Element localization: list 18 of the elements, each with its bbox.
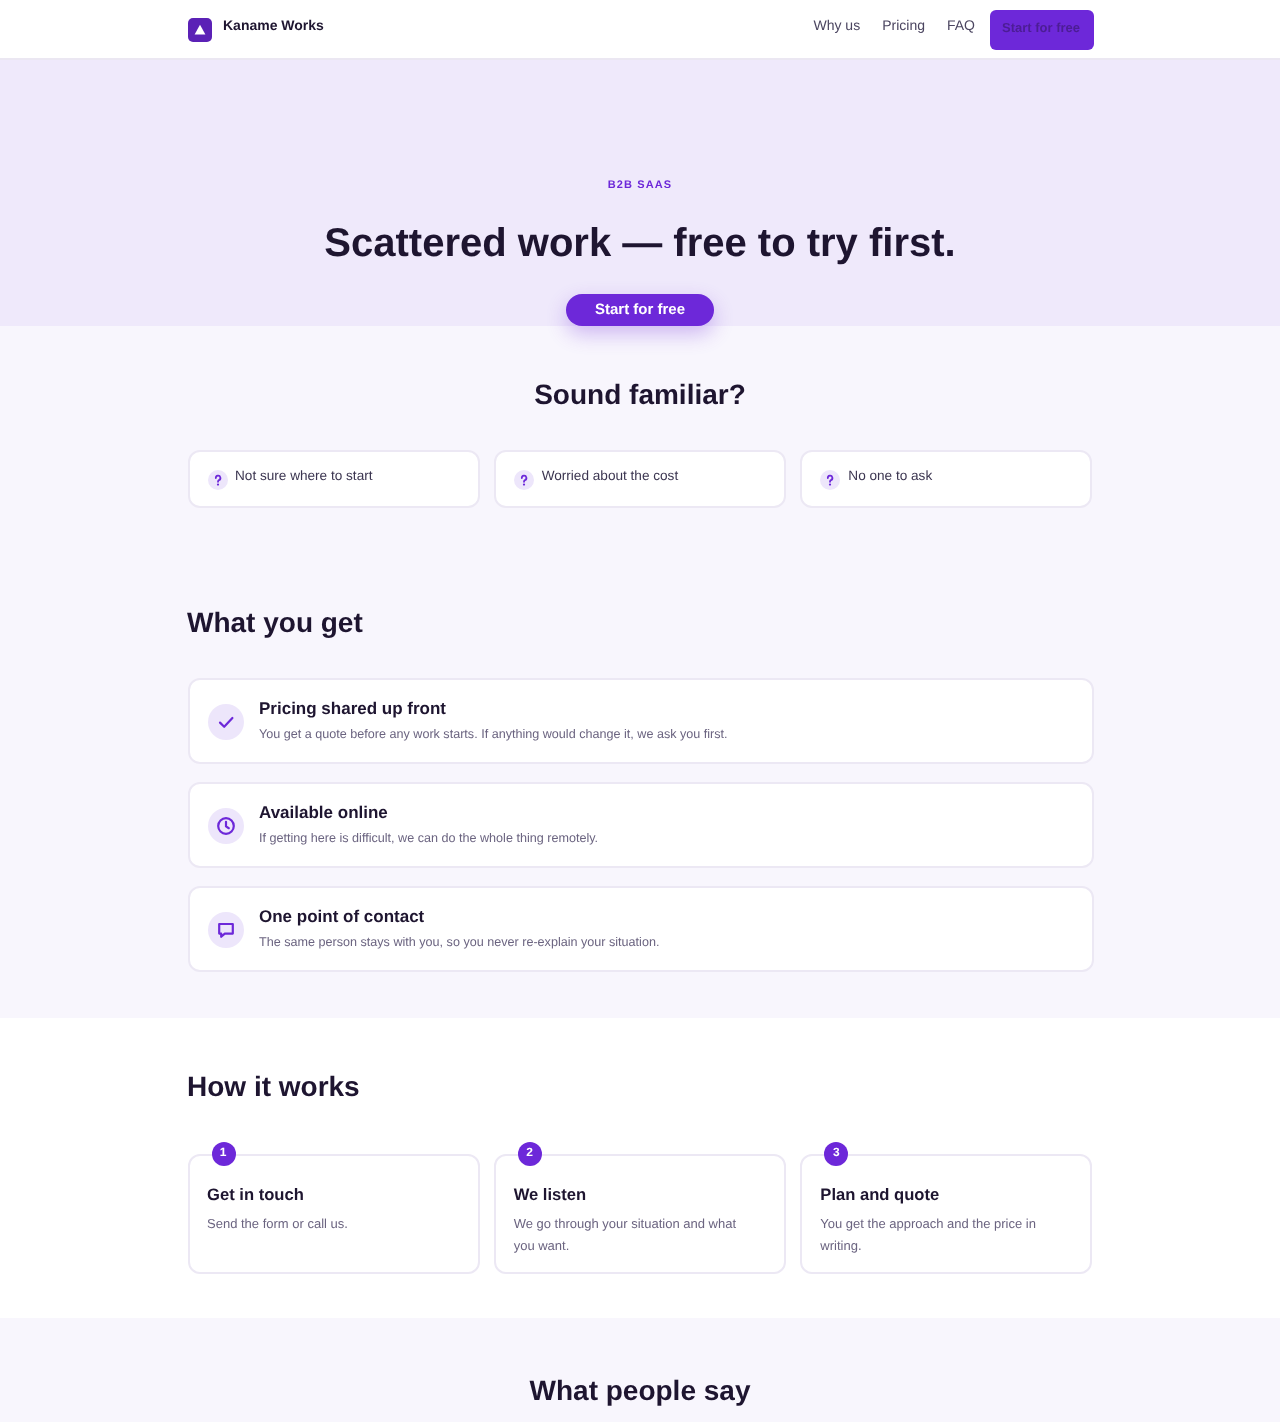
logo-icon bbox=[187, 17, 211, 41]
speech-bubble-icon bbox=[207, 911, 243, 947]
section-heading: How it works bbox=[187, 1068, 362, 1104]
check-icon bbox=[207, 703, 243, 739]
step-title: We listen bbox=[513, 1184, 589, 1206]
benefit-title: Pricing shared up front bbox=[259, 698, 449, 720]
clock-icon bbox=[207, 807, 243, 843]
question-icon bbox=[820, 469, 841, 489]
question-icon bbox=[207, 469, 227, 489]
section-heading: What people say bbox=[527, 1372, 753, 1408]
question-icon bbox=[513, 469, 534, 489]
section-heading: What you get bbox=[187, 604, 365, 640]
hero-headline: Scattered work — free to try first. bbox=[324, 220, 956, 268]
benefit-title: One point of contact bbox=[259, 906, 427, 928]
step-title: Plan and quote bbox=[820, 1184, 942, 1206]
benefit-title: Available online bbox=[259, 802, 390, 824]
section-heading: Sound familiar? bbox=[532, 376, 748, 412]
step-title: Get in touch bbox=[207, 1184, 306, 1206]
